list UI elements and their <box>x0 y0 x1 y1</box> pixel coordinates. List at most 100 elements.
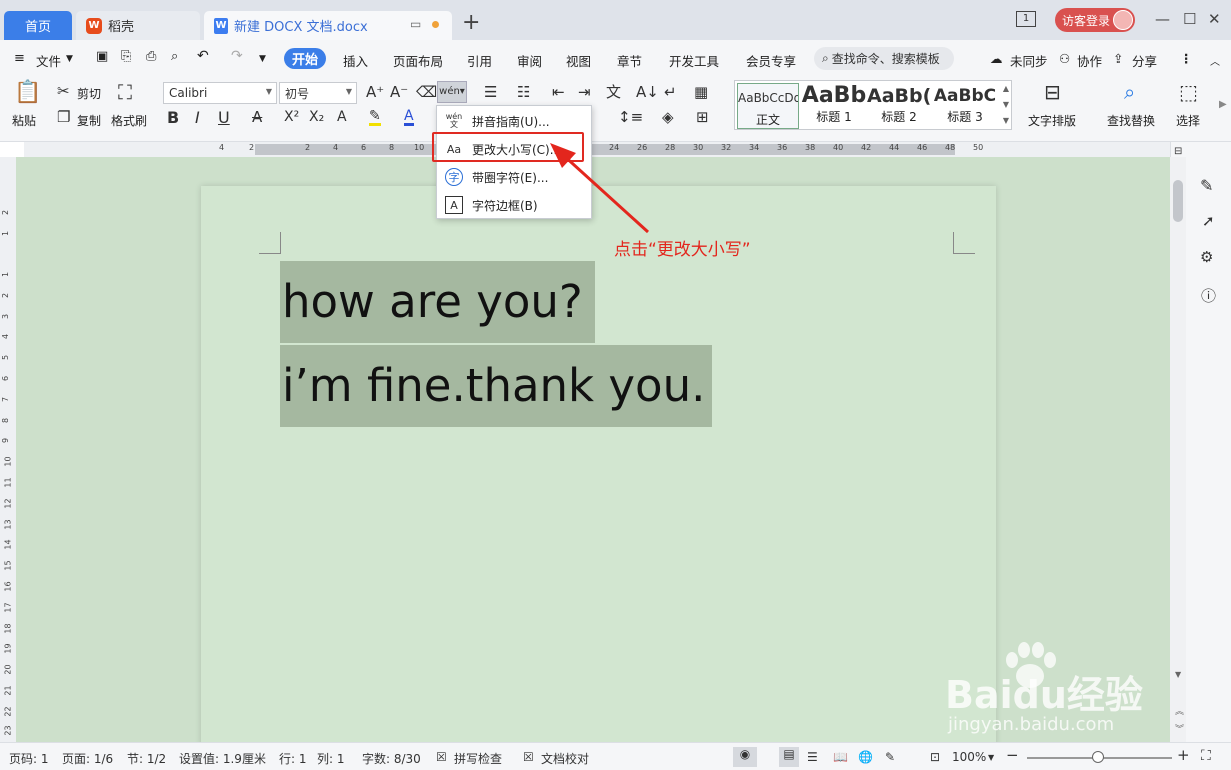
menu-file[interactable]: 文件 <box>36 51 61 70</box>
phonetic-guide-icon[interactable]: wén▾ <box>437 81 467 103</box>
collab-button[interactable]: 协作 <box>1077 51 1102 70</box>
cut-button[interactable]: 剪切 <box>77 85 101 102</box>
show-marks-icon[interactable]: ↵ <box>664 85 677 100</box>
scrollbar-thumb[interactable] <box>1173 180 1183 222</box>
tab-start[interactable]: 开始 <box>284 48 326 69</box>
grow-font-icon[interactable]: A⁺ <box>366 85 384 100</box>
redo-icon[interactable]: ↷ <box>231 48 243 64</box>
outline-view-icon[interactable]: ☰ <box>807 750 818 764</box>
reading-view-icon[interactable]: 📖 <box>833 750 848 764</box>
eye-protection-icon[interactable]: ◉ <box>733 747 757 767</box>
minimize-icon[interactable]: — <box>1155 10 1170 28</box>
ribbon-scroll-right-icon[interactable]: ▶ <box>1219 100 1227 110</box>
select-icon[interactable]: ⬚ <box>1179 82 1198 102</box>
split-view-icon[interactable]: ⊟ <box>1174 146 1182 157</box>
find-replace-icon[interactable]: ⌕ <box>1124 82 1135 102</box>
text-layout-icon[interactable]: ⊟ <box>1044 82 1061 102</box>
undo-icon[interactable]: ↶ <box>197 48 209 64</box>
document-text-line[interactable]: i’m fine.thank you. <box>280 345 712 427</box>
text-layout-button[interactable]: 文字排版 <box>1028 112 1076 129</box>
scroll-down-icon[interactable]: ▼ <box>1003 100 1009 109</box>
copy-icon[interactable]: ❐ <box>57 110 70 125</box>
text-effect-icon[interactable]: A <box>337 110 347 124</box>
window-count-badge[interactable]: 1 <box>1016 11 1036 27</box>
clear-format-icon[interactable]: ⌫ <box>416 85 437 100</box>
tab-docer[interactable]: W 稻壳 <box>76 11 200 40</box>
cloud-sync-icon[interactable]: ☁ <box>990 51 1003 66</box>
more-icon[interactable]: ⋮ <box>1180 51 1193 66</box>
status-pages[interactable]: 页面: 1/6 <box>62 750 113 767</box>
web-view-icon[interactable]: 🌐 <box>858 750 873 764</box>
more-styles-icon[interactable]: ▼ <box>1003 116 1009 125</box>
status-section[interactable]: 节: 1/2 <box>127 750 166 767</box>
increase-indent-icon[interactable]: ⇥ <box>578 85 591 100</box>
maximize-icon[interactable]: ☐ <box>1183 10 1196 28</box>
doc-proof-button[interactable]: 文档校对 <box>541 750 589 767</box>
font-size-select[interactable]: 初号 ▼ <box>279 82 357 104</box>
quick-access-dropdown-icon[interactable]: ▼ <box>259 54 266 64</box>
doc-proof-icon[interactable]: ☒ <box>523 750 534 764</box>
style-normal[interactable]: AaBbCcDd 正文 <box>737 83 799 129</box>
sync-status[interactable]: 未同步 <box>1010 51 1048 70</box>
paste-button[interactable]: 粘贴 <box>12 112 36 129</box>
write-view-icon[interactable]: ✎ <box>885 750 895 764</box>
export-pdf-icon[interactable]: ⎘ <box>121 49 131 64</box>
share-icon[interactable]: ⇪ <box>1113 51 1123 66</box>
style-heading-3[interactable]: AaBbC 标题 3 <box>933 83 997 129</box>
collapse-ribbon-icon[interactable]: ︿ <box>1210 53 1220 68</box>
shading-icon[interactable]: ◈ <box>662 110 674 125</box>
document-text-line[interactable]: how are you? <box>280 261 595 343</box>
tab-page-layout[interactable]: 页面布局 <box>393 51 443 70</box>
table-icon[interactable]: ▦ <box>694 85 708 100</box>
collab-icon[interactable]: ⚇ <box>1059 51 1070 66</box>
style-heading-1[interactable]: AaBb 标题 1 <box>801 83 867 129</box>
tab-developer[interactable]: 开发工具 <box>669 51 719 70</box>
border-icon[interactable]: ⊞ <box>696 110 709 125</box>
screen-icon[interactable]: ▭ <box>410 17 421 31</box>
tab-document[interactable]: W 新建 DOCX 文档.docx ▭ <box>204 11 452 40</box>
paste-icon[interactable]: 📋 <box>14 82 41 104</box>
command-search-input[interactable]: ⌕ 查找命令、搜索模板 <box>814 47 954 70</box>
new-tab-icon[interactable]: + <box>462 10 480 35</box>
save-icon[interactable]: ▣ <box>96 49 108 64</box>
pen-icon[interactable]: ✎ <box>1200 176 1213 195</box>
sort-icon[interactable]: A↓ <box>636 85 659 100</box>
tab-references[interactable]: 引用 <box>467 51 492 70</box>
print-icon[interactable]: ⎙ <box>146 49 156 64</box>
copy-button[interactable]: 复制 <box>77 112 101 129</box>
spell-check-icon[interactable]: ☒ <box>436 750 447 764</box>
page-view-icon[interactable]: ▤ <box>779 747 799 767</box>
close-icon[interactable]: ✕ <box>1208 10 1221 28</box>
tab-insert[interactable]: 插入 <box>343 51 368 70</box>
guest-login-button[interactable]: 访客登录 <box>1055 8 1135 32</box>
tab-review[interactable]: 审阅 <box>517 51 542 70</box>
spell-check-button[interactable]: 拼写检查 <box>454 750 502 767</box>
print-preview-icon[interactable]: ⌕ <box>171 49 178 64</box>
chevron-down-icon[interactable]: ▼ <box>66 54 73 64</box>
tab-section[interactable]: 章节 <box>617 51 642 70</box>
strikethrough-icon[interactable]: A <box>252 110 262 125</box>
numbering-icon[interactable]: ☷ <box>517 85 530 100</box>
shrink-font-icon[interactable]: A⁻ <box>390 85 408 100</box>
chinese-layout-icon[interactable]: 文 <box>606 85 621 100</box>
underline-button[interactable]: U <box>218 110 230 126</box>
superscript-icon[interactable]: X² <box>284 110 299 124</box>
italic-button[interactable]: I <box>195 110 200 126</box>
fit-page-icon[interactable]: ⊡ <box>930 750 940 764</box>
subscript-icon[interactable]: X₂ <box>309 110 324 124</box>
status-page-number[interactable]: 页码: 1 <box>9 750 49 767</box>
help-icon[interactable]: ⓘ <box>1201 285 1216 306</box>
line-spacing-icon[interactable]: ↕≡ <box>618 110 643 125</box>
format-painter-icon[interactable]: ⛶ <box>118 82 132 102</box>
decrease-indent-icon[interactable]: ⇤ <box>552 85 565 100</box>
share-button[interactable]: 分享 <box>1132 51 1157 70</box>
tab-view[interactable]: 视图 <box>566 51 591 70</box>
adjust-icon[interactable]: ⚙ <box>1200 248 1213 266</box>
style-heading-2[interactable]: AaBb( 标题 2 <box>867 83 931 129</box>
select-button[interactable]: 选择 <box>1176 112 1200 129</box>
tab-home[interactable]: 首页 <box>4 11 72 40</box>
font-name-select[interactable]: Calibri ▼ <box>163 82 277 104</box>
status-col[interactable]: 列: 1 <box>317 750 345 767</box>
status-row[interactable]: 行: 1 <box>279 750 307 767</box>
cursor-icon[interactable]: ➚ <box>1202 212 1215 230</box>
